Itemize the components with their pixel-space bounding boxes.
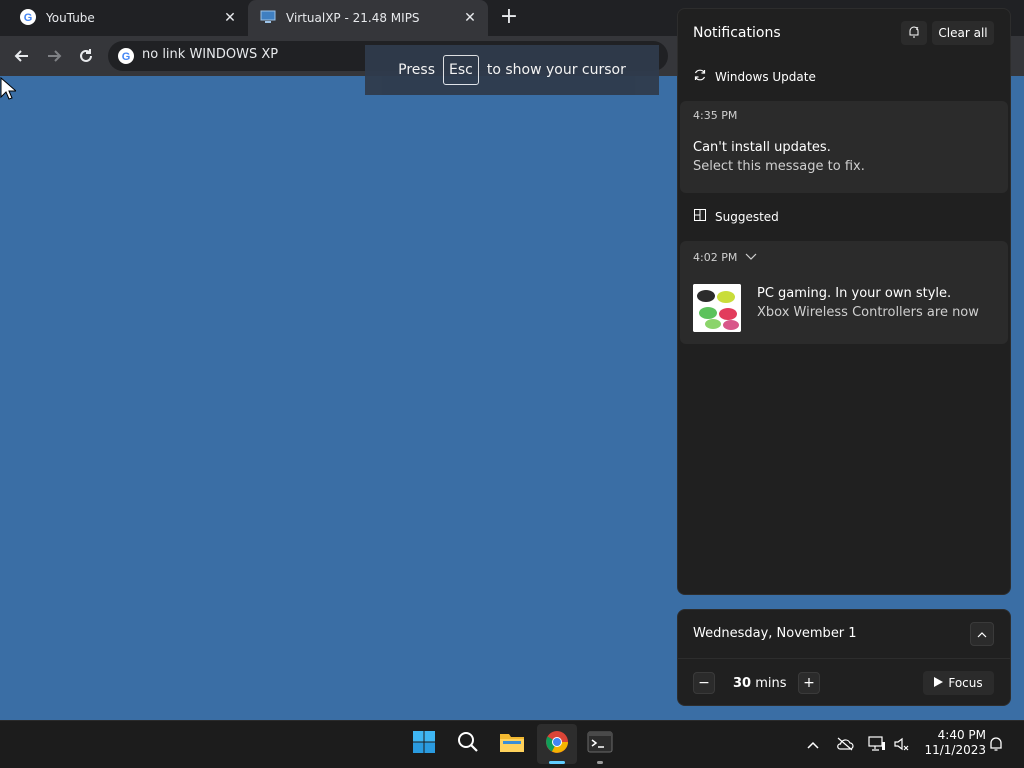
- calendar-date: Wednesday, November 1: [693, 626, 857, 641]
- do-not-disturb-button[interactable]: z: [901, 21, 927, 45]
- notification-body: Select this message to fix.: [693, 159, 865, 174]
- group-name: Suggested: [715, 209, 779, 224]
- folder-icon: [499, 731, 525, 757]
- minus-icon: −: [698, 675, 710, 691]
- clock-time: 4:40 PM: [937, 728, 986, 742]
- tab-virtualxp[interactable]: VirtualXP - 21.48 MIPS ✕: [248, 0, 488, 36]
- calendar-expand-button[interactable]: [970, 622, 994, 646]
- group-header-suggested[interactable]: Suggested: [693, 208, 779, 225]
- chevron-down-icon[interactable]: [745, 251, 757, 264]
- windows-logo-icon: [412, 730, 436, 758]
- group-header-windows-update[interactable]: Windows Update: [693, 68, 816, 85]
- chevron-up-icon: [807, 738, 819, 752]
- banner-press: Press: [398, 62, 435, 78]
- chevron-up-icon: [977, 627, 987, 641]
- speaker-muted-icon: [893, 736, 911, 755]
- focus-decrease-button[interactable]: −: [693, 672, 715, 694]
- volume-button[interactable]: [892, 735, 912, 755]
- cloud-off-icon: [836, 737, 854, 754]
- google-icon: G: [20, 8, 36, 28]
- focus-minutes: 30: [733, 676, 752, 691]
- refresh-icon: [693, 68, 715, 85]
- tiles-icon: [693, 208, 715, 225]
- show-hidden-icons-button[interactable]: [803, 735, 823, 755]
- chrome-running-indicator: [549, 761, 565, 764]
- chrome-icon: [545, 730, 569, 758]
- search-button[interactable]: [452, 728, 484, 760]
- taskbar-clock[interactable]: 4:40 PM 11/1/2023: [918, 728, 986, 758]
- tab-youtube[interactable]: G YouTube ✕: [8, 0, 248, 36]
- notification-bell-button[interactable]: [986, 735, 1006, 755]
- bell-icon: [988, 736, 1004, 755]
- reload-button[interactable]: [74, 44, 98, 68]
- divider: [678, 658, 1010, 659]
- notification-time: 4:35 PM: [693, 109, 738, 122]
- file-explorer-button[interactable]: [496, 728, 528, 760]
- notification-time: 4:02 PM: [693, 251, 738, 264]
- new-tab-button[interactable]: +: [498, 6, 520, 29]
- focus-unit: mins: [755, 676, 787, 691]
- notification-body: Xbox Wireless Controllers are now: [757, 305, 979, 320]
- svg-text:z: z: [916, 26, 919, 32]
- svg-text:G: G: [122, 51, 131, 63]
- tab-label: VirtualXP - 21.48 MIPS: [286, 11, 420, 25]
- forward-button[interactable]: [42, 44, 66, 68]
- esc-cursor-banner: Press Esc to show your cursor: [365, 45, 659, 95]
- network-icon: [868, 735, 886, 755]
- cursor-icon: [0, 76, 18, 105]
- focus-duration: 30 mins: [733, 676, 787, 691]
- terminal-taskbar-button[interactable]: [584, 728, 616, 760]
- clear-all-button[interactable]: Clear all: [932, 21, 994, 45]
- terminal-running-indicator: [597, 761, 603, 764]
- onedrive-offline-button[interactable]: [835, 735, 855, 755]
- tab-label: YouTube: [46, 11, 95, 25]
- bell-snooze-icon: z: [907, 24, 921, 43]
- search-icon: [456, 730, 480, 758]
- play-icon: [934, 676, 944, 690]
- banner-rest: to show your cursor: [486, 62, 626, 78]
- google-icon: G: [118, 48, 134, 68]
- esc-key: Esc: [443, 55, 479, 85]
- start-button[interactable]: [408, 728, 440, 760]
- svg-text:G: G: [24, 12, 33, 24]
- chrome-taskbar-button[interactable]: [541, 728, 573, 760]
- back-button[interactable]: [10, 44, 34, 68]
- plus-icon: +: [803, 675, 815, 691]
- focus-button[interactable]: Focus: [923, 671, 994, 695]
- clock-date: 11/1/2023: [924, 743, 986, 757]
- close-icon[interactable]: ✕: [222, 10, 238, 26]
- close-icon[interactable]: ✕: [462, 10, 478, 26]
- terminal-icon: [587, 731, 613, 757]
- group-name: Windows Update: [715, 69, 816, 84]
- xbox-controllers-image: [693, 284, 741, 332]
- focus-label: Focus: [948, 676, 983, 690]
- focus-increase-button[interactable]: +: [798, 672, 820, 694]
- address-text: no link WINDOWS XP: [142, 47, 279, 62]
- notification-title: PC gaming. In your own style.: [757, 286, 952, 301]
- computer-icon: [260, 9, 276, 28]
- notification-time-row: 4:02 PM: [693, 251, 757, 264]
- notification-title: Can't install updates.: [693, 140, 831, 155]
- notifications-title: Notifications: [693, 25, 781, 41]
- network-button[interactable]: [867, 735, 887, 755]
